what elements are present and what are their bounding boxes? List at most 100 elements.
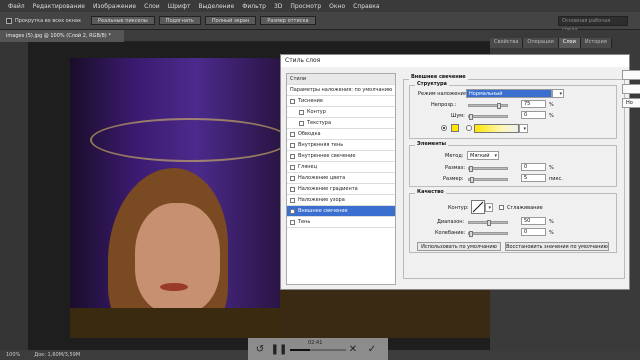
- options-bar: Прокрутка во всех окнах Реальные пикселы…: [0, 12, 640, 33]
- style-checkbox[interactable]: [290, 164, 295, 170]
- jitter-unit: %: [549, 230, 554, 236]
- jitter-slider-thumb[interactable]: [469, 231, 473, 237]
- style-checkbox[interactable]: [299, 109, 304, 115]
- image-lips: [160, 283, 188, 291]
- method-select[interactable]: Мягкий ▾: [467, 151, 499, 160]
- noise-slider-thumb[interactable]: [469, 114, 473, 120]
- range-input[interactable]: 50: [521, 217, 546, 225]
- tab-layers[interactable]: Слои: [558, 38, 581, 48]
- menu-item[interactable]: 3D: [274, 3, 282, 10]
- full-screen-button[interactable]: Полный экран: [204, 16, 257, 25]
- workspace-select[interactable]: Основная рабочая среда: [558, 16, 628, 33]
- style-checkbox[interactable]: [290, 98, 295, 104]
- style-item[interactable]: ✓ Внешнее свечение: [287, 206, 395, 217]
- jitter-label: Колебание:: [435, 230, 466, 236]
- opacity-slider[interactable]: [468, 103, 508, 109]
- style-checkbox[interactable]: [290, 197, 295, 203]
- check-icon[interactable]: ✓: [365, 342, 379, 356]
- menu-item[interactable]: Изображение: [93, 3, 136, 10]
- menu-item[interactable]: Справка: [353, 3, 379, 10]
- noise-slider[interactable]: [468, 114, 508, 120]
- style-item[interactable]: Контур: [287, 107, 395, 118]
- contour-dropdown[interactable]: ▾: [485, 203, 493, 212]
- style-checkbox[interactable]: [290, 142, 295, 148]
- style-item[interactable]: Глянец: [287, 162, 395, 173]
- style-item-label: Обводка: [298, 130, 321, 137]
- style-checkbox[interactable]: [290, 131, 295, 137]
- gradient-picker[interactable]: [474, 124, 519, 133]
- menu-item[interactable]: Окно: [329, 3, 345, 10]
- blend-options-item[interactable]: Параметры наложения: по умолчанию: [287, 85, 395, 96]
- layer-style-dialog: Стиль слоя Стили Параметры наложения: по…: [280, 54, 630, 290]
- fit-screen-button[interactable]: Подогнать: [158, 16, 201, 25]
- pause-icon[interactable]: ❚❚: [271, 342, 288, 356]
- style-checkbox[interactable]: [290, 186, 295, 192]
- cancel-button[interactable]: [622, 84, 640, 94]
- style-checkbox[interactable]: [290, 175, 295, 181]
- style-item[interactable]: Наложение градиента: [287, 184, 395, 195]
- document-tab[interactable]: images (5).jpg @ 100% (Слой 2, RGB/8) *: [0, 30, 124, 42]
- size-slider-thumb[interactable]: [470, 177, 474, 183]
- noise-unit: %: [549, 113, 554, 119]
- style-checkbox[interactable]: [290, 153, 295, 159]
- tab-history[interactable]: История: [580, 38, 612, 48]
- style-item[interactable]: Текстура: [287, 118, 395, 129]
- print-size-button[interactable]: Размер оттиска: [260, 16, 316, 25]
- new-style-button[interactable]: Но: [622, 98, 640, 108]
- style-checkbox[interactable]: [290, 219, 295, 225]
- contour-picker[interactable]: [471, 200, 485, 214]
- range-slider-thumb[interactable]: [487, 220, 491, 226]
- jitter-slider[interactable]: [468, 231, 508, 237]
- size-input[interactable]: 5: [521, 174, 546, 182]
- style-item[interactable]: Тень: [287, 217, 395, 228]
- spread-input[interactable]: 0: [521, 163, 546, 171]
- menu-item[interactable]: Редактирование: [33, 3, 85, 10]
- zoom-level[interactable]: 100%: [6, 352, 20, 358]
- tab-actions[interactable]: Операции: [523, 38, 559, 48]
- menu-item[interactable]: Фильтр: [242, 3, 266, 10]
- blend-mode-dropdown[interactable]: ▾: [552, 89, 564, 98]
- antialias-checkbox[interactable]: [499, 205, 504, 210]
- menu-item[interactable]: Просмотр: [290, 3, 321, 10]
- menu-item[interactable]: Файл: [8, 3, 25, 10]
- solid-color-radio[interactable]: [441, 125, 447, 131]
- gradient-dropdown[interactable]: ▾: [519, 124, 528, 133]
- playback-time: 02:41: [308, 340, 323, 346]
- style-item[interactable]: Внутренняя тень: [287, 140, 395, 151]
- styles-header[interactable]: Стили: [287, 74, 395, 85]
- menu-item[interactable]: Слои: [144, 3, 160, 10]
- range-slider[interactable]: [468, 220, 508, 226]
- style-item-label: Внутренняя тень: [298, 141, 344, 148]
- reset-default-button[interactable]: Восстановить значения по умолчанию: [505, 242, 609, 251]
- menu-item[interactable]: Выделение: [198, 3, 234, 10]
- chevron-down-icon: ▾: [488, 205, 491, 211]
- style-checkbox[interactable]: ✓: [290, 208, 295, 214]
- size-slider[interactable]: [468, 177, 508, 183]
- menu-bar: Файл Редактирование Изображение Слои Шрифт Вы…: [0, 0, 640, 12]
- spread-slider[interactable]: [468, 166, 508, 172]
- style-item[interactable]: Наложение цвета: [287, 173, 395, 184]
- glow-color-swatch[interactable]: [451, 124, 459, 132]
- style-checkbox[interactable]: [299, 120, 304, 126]
- spread-slider-thumb[interactable]: [469, 166, 473, 172]
- playback-track[interactable]: [290, 349, 346, 351]
- gradient-radio[interactable]: [466, 125, 472, 131]
- close-icon[interactable]: ✕: [346, 342, 360, 356]
- jitter-input[interactable]: 0: [521, 228, 546, 236]
- opacity-input[interactable]: 75: [521, 100, 546, 108]
- actual-pixels-button[interactable]: Реальные пикселы: [91, 16, 155, 25]
- style-item[interactable]: Внутреннее свечение: [287, 151, 395, 162]
- noise-input[interactable]: 0: [521, 111, 546, 119]
- rewind-icon[interactable]: ↺: [253, 342, 267, 356]
- menu-item[interactable]: Шрифт: [168, 3, 191, 10]
- ok-button[interactable]: [622, 70, 640, 80]
- opacity-slider-thumb[interactable]: [497, 103, 501, 109]
- style-item[interactable]: Обводка: [287, 129, 395, 140]
- make-default-button[interactable]: Использовать по умолчанию: [417, 242, 501, 251]
- style-item[interactable]: Наложение узора: [287, 195, 395, 206]
- blend-mode-select[interactable]: Нормальный: [466, 89, 552, 98]
- scroll-all-checkbox[interactable]: [6, 17, 12, 24]
- style-item[interactable]: Тиснение: [287, 96, 395, 107]
- tab-properties[interactable]: Свойства: [490, 38, 524, 48]
- image-face: [135, 203, 220, 313]
